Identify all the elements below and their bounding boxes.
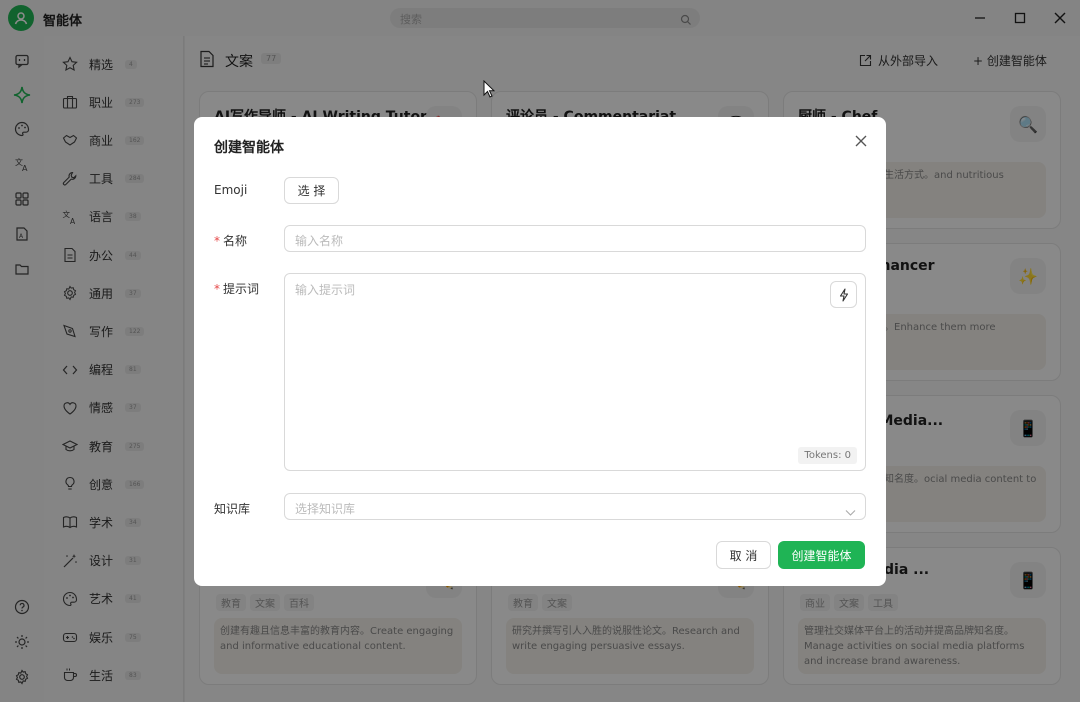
dialog-title: 创建智能体 [214,140,284,156]
close-icon[interactable] [854,133,870,149]
name-input[interactable]: 输入名称 [284,225,866,252]
name-label: * 名称 [214,232,247,249]
knowledge-base-label: 知识库 [214,502,251,516]
prompt-label: * 提示词 [214,280,259,297]
cancel-button[interactable]: 取 消 [716,541,771,569]
lightning-icon[interactable] [830,281,857,308]
knowledge-base-placeholder: 选择知识库 [295,502,356,516]
prompt-placeholder: 输入提示词 [295,283,356,297]
prompt-textarea[interactable]: 输入提示词 Tokens: 0 [284,273,866,471]
required-mark: * [214,234,220,248]
prompt-label-text: 提示词 [223,282,260,296]
required-mark: * [214,282,220,296]
token-count: Tokens: 0 [798,447,857,464]
emoji-select-button[interactable]: 选 择 [284,177,339,204]
name-placeholder: 输入名称 [295,234,344,248]
create-agent-dialog: 创建智能体 Emoji 选 择 * 名称 输入名称 * 提示词 输入提示词 Toke… [194,117,886,586]
knowledge-base-select[interactable]: 选择知识库 [284,493,866,520]
create-agent-button[interactable]: 创建智能体 [778,541,865,569]
mouse-cursor-icon [483,79,496,102]
chevron-down-icon [845,502,856,521]
name-label-text: 名称 [223,234,248,248]
emoji-label: Emoji [214,183,248,197]
